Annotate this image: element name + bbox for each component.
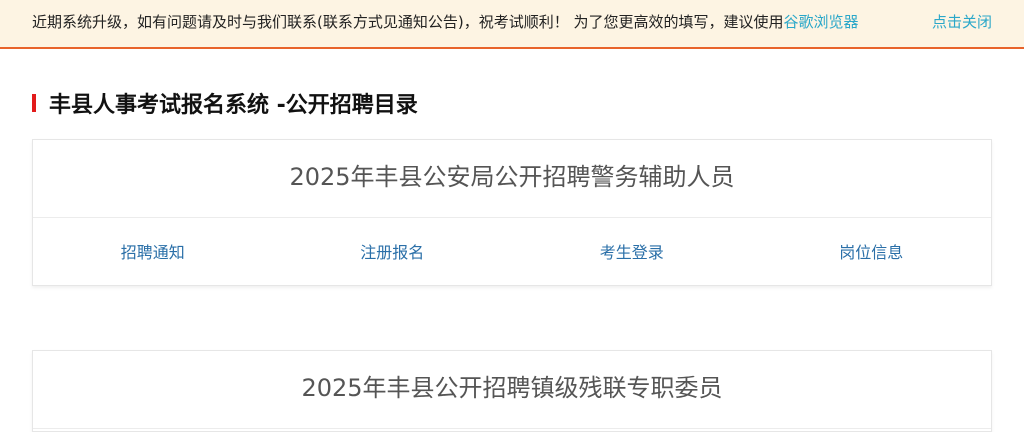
register-link[interactable]: 注册报名: [273, 239, 513, 263]
recruitment-links: 招聘通知 注册报名 考生登录 岗位信息: [33, 218, 991, 284]
section-heading: 丰县人事考试报名系统 -公开招聘目录: [32, 88, 418, 118]
recruitment-title: 2025年丰县公安局公开招聘警务辅助人员: [33, 140, 991, 218]
close-notice-button[interactable]: 点击关闭: [932, 12, 992, 32]
candidate-login-link[interactable]: 考生登录: [512, 239, 752, 263]
recruitment-notice-link[interactable]: 招聘通知: [33, 239, 273, 263]
recruitment-card: 2025年丰县公安局公开招聘警务辅助人员 招聘通知 注册报名 考生登录 岗位信息: [32, 139, 992, 286]
recruitment-title: 2025年丰县公开招聘镇级残联专职委员: [33, 351, 991, 429]
title-marker: [32, 94, 36, 112]
chrome-browser-link[interactable]: 谷歌浏览器: [783, 13, 858, 31]
page-title: 丰县人事考试报名系统 -公开招聘目录: [49, 93, 418, 118]
notice-message: 近期系统升级，如有问题请及时与我们联系(联系方式见通知公告)，祝考试顺利！ 为了…: [32, 13, 784, 31]
notice-text: 近期系统升级，如有问题请及时与我们联系(联系方式见通知公告)，祝考试顺利！ 为了…: [32, 12, 859, 32]
recruitment-card: 2025年丰县公开招聘镇级残联专职委员: [32, 350, 992, 432]
position-info-link[interactable]: 岗位信息: [752, 239, 992, 263]
notice-bar: 近期系统升级，如有问题请及时与我们联系(联系方式见通知公告)，祝考试顺利！ 为了…: [0, 0, 1024, 49]
